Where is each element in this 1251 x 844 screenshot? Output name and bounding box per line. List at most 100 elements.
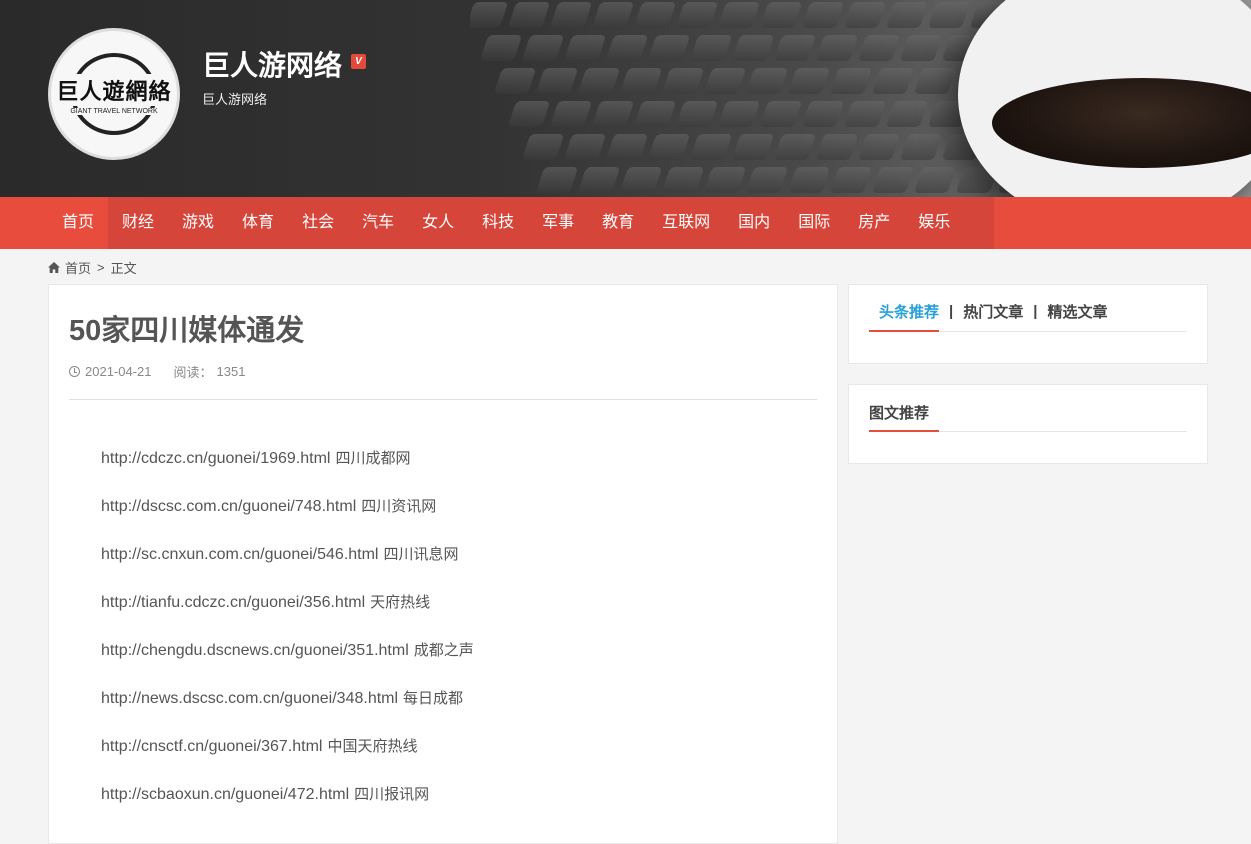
keyboard-key-decor	[689, 134, 733, 160]
site-subtitle: 巨人游网络	[202, 92, 268, 107]
keyboard-key-decor	[773, 35, 817, 61]
list-item: http://cdczc.cn/guonei/1969.html 四川成都网	[101, 447, 474, 495]
tab-featured[interactable]: 精选文章	[1037, 301, 1117, 322]
keyboard-key-decor	[647, 134, 691, 160]
keyboard-key-decor	[549, 2, 593, 28]
site-logo[interactable]: 巨人遊網絡 GIANT TRAVEL NETWORK	[48, 28, 180, 160]
keyboard-key-decor	[913, 167, 957, 193]
nav-item-internet[interactable]: 互联网	[648, 197, 724, 249]
link-url[interactable]: http://cnsctf.cn/guonei/367.html	[101, 738, 322, 755]
nav-item-international[interactable]: 国际	[784, 197, 844, 249]
link-url[interactable]: http://news.dscsc.com.cn/guonei/348.html	[101, 690, 398, 707]
link-site: 四川报讯网	[354, 786, 430, 803]
list-item: http://news.dscsc.com.cn/guonei/348.html…	[101, 687, 474, 735]
keyboard-key-decor	[787, 167, 831, 193]
keyboard-key-decor	[479, 35, 523, 61]
tab-headline[interactable]: 头条推荐	[869, 301, 949, 322]
keyboard-key-decor	[507, 2, 551, 28]
nav-item-realestate[interactable]: 房产	[844, 197, 904, 249]
keyboard-key-decor	[577, 68, 621, 94]
nav-item-women[interactable]: 女人	[408, 197, 468, 249]
nav-item-education[interactable]: 教育	[588, 197, 648, 249]
keyboard-key-decor	[871, 167, 915, 193]
keyboard-key-decor	[801, 101, 845, 127]
link-url[interactable]: http://sc.cnxun.com.cn/guonei/546.html	[101, 546, 378, 563]
article-divider	[69, 399, 817, 400]
keyboard-key-decor	[703, 167, 747, 193]
nav-item-entertainment[interactable]: 娱乐	[904, 197, 964, 249]
keyboard-key-decor	[605, 134, 649, 160]
sidebar-box-title: 图文推荐	[869, 405, 930, 422]
list-item: http://dscsc.com.cn/guonei/748.html 四川资讯网	[101, 495, 474, 543]
breadcrumb-home-link[interactable]: 首页	[65, 258, 91, 277]
link-site: 成都之声	[413, 642, 474, 659]
link-site: 每日成都	[403, 690, 464, 707]
link-site: 四川资讯网	[361, 498, 437, 515]
link-url[interactable]: http://cdczc.cn/guonei/1969.html	[101, 450, 330, 467]
link-site: 四川成都网	[335, 450, 411, 467]
keyboard-key-decor	[647, 35, 691, 61]
keyboard-key-decor	[493, 68, 537, 94]
keyboard-key-decor	[759, 101, 803, 127]
keyboard-key-decor	[731, 35, 775, 61]
keyboard-key-decor	[843, 101, 887, 127]
keyboard-key-decor	[563, 134, 607, 160]
nav-item-home[interactable]: 首页	[48, 197, 109, 249]
box-title-underline	[869, 430, 939, 432]
keyboard-key-decor	[815, 35, 859, 61]
keyboard-key-decor	[535, 167, 579, 193]
logo-subtext: GIANT TRAVEL NETWORK	[68, 107, 160, 115]
article-reads-label: 阅读：	[173, 365, 213, 380]
keyboard-key-decor	[773, 134, 817, 160]
nav-item-auto[interactable]: 汽车	[348, 197, 408, 249]
sidebar-tabs-box: 头条推荐 | 热门文章 | 精选文章	[848, 284, 1208, 364]
link-url[interactable]: http://chengdu.dscnews.cn/guonei/351.htm…	[101, 642, 409, 659]
breadcrumb-current: 正文	[110, 261, 137, 276]
link-site: 四川讯息网	[383, 546, 459, 563]
keyboard-key-decor	[521, 35, 565, 61]
link-url[interactable]: http://dscsc.com.cn/guonei/748.html	[101, 498, 356, 515]
keyboard-key-decor	[871, 68, 915, 94]
keyboard-key-decor	[507, 101, 551, 127]
keyboard-key-decor	[717, 101, 761, 127]
keyboard-key-decor	[829, 167, 873, 193]
keyboard-key-decor	[857, 134, 901, 160]
nav-item-tech[interactable]: 科技	[468, 197, 528, 249]
site-title[interactable]: 巨人游网络	[202, 44, 342, 84]
list-item: http://scbaoxun.cn/guonei/472.html 四川报讯网	[101, 783, 474, 831]
logo-text: 巨人遊網絡	[54, 73, 174, 106]
keyboard-key-decor	[661, 167, 705, 193]
tab-hot[interactable]: 热门文章	[953, 301, 1033, 322]
sidebar-picture-box: 图文推荐	[848, 384, 1208, 464]
clock-icon	[69, 366, 80, 377]
nav-item-sports[interactable]: 体育	[228, 197, 288, 249]
nav-item-military[interactable]: 军事	[528, 197, 588, 249]
nav-item-domestic[interactable]: 国内	[724, 197, 784, 249]
breadcrumb-separator: >	[97, 260, 105, 275]
keyboard-key-decor	[703, 68, 747, 94]
keyboard-key-decor	[619, 68, 663, 94]
keyboard-key-decor	[829, 68, 873, 94]
link-url[interactable]: http://scbaoxun.cn/guonei/472.html	[101, 786, 349, 803]
keyboard-key-decor	[470, 2, 509, 28]
keyboard-key-decor	[801, 2, 845, 28]
keyboard-key-decor	[549, 101, 593, 127]
keyboard-key-decor	[815, 134, 859, 160]
nav-item-society[interactable]: 社会	[288, 197, 348, 249]
banner-keyboard-image	[470, 0, 1030, 197]
list-item: http://chengdu.dscnews.cn/guonei/351.htm…	[101, 639, 474, 687]
keyboard-key-decor	[633, 2, 677, 28]
keyboard-key-decor	[899, 35, 943, 61]
keyboard-key-decor	[759, 2, 803, 28]
keyboard-key-decor	[563, 35, 607, 61]
keyboard-key-decor	[885, 101, 929, 127]
link-url[interactable]: http://tianfu.cdczc.cn/guonei/356.html	[101, 594, 365, 611]
list-item: http://sc.cnxun.com.cn/guonei/546.html 四川…	[101, 543, 474, 591]
breadcrumb: 首页 > 正文	[48, 258, 137, 277]
link-site: 中国天府热线	[327, 738, 418, 755]
keyboard-key-decor	[577, 167, 621, 193]
keyboard-key-decor	[591, 101, 635, 127]
nav-item-finance[interactable]: 财经	[108, 197, 168, 249]
keyboard-key-decor	[913, 68, 957, 94]
nav-item-games[interactable]: 游戏	[168, 197, 228, 249]
